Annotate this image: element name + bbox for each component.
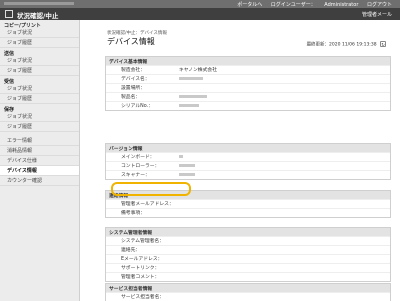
table-row: システム管理者名： (106, 236, 390, 245)
row-label: スキャナー： (121, 173, 150, 178)
header: 状況確認/中止 管理者メール (0, 8, 400, 20)
table-row: 製造会社： キヤノン株式会社 (106, 65, 390, 74)
table-row: 管理者メールアドレス： (106, 199, 390, 208)
sidebar-item-consumables[interactable]: 消耗品情報 (0, 146, 79, 156)
sidebar-item-send-job-history[interactable]: ジョブ履歴 (0, 66, 79, 76)
sidebar-item-receive-job-history[interactable]: ジョブ履歴 (0, 94, 79, 104)
top-links: ポータルへ ログインユーザー： Administrator ログアウト (230, 1, 392, 8)
table-row: デバイス名： (106, 74, 390, 83)
sidebar-item-store-job-status[interactable]: ジョブ状況 (0, 112, 79, 122)
section-title: システム管理者情報 (106, 228, 390, 236)
sidebar-item-store-job-history[interactable]: ジョブ履歴 (0, 122, 79, 132)
table-row: シリアルNo.： (106, 101, 390, 110)
sidebar-item-error-info[interactable]: エラー情報 (0, 136, 79, 146)
table-row: 備考事項： (106, 208, 390, 217)
sidebar-item-device-info[interactable]: デバイス情報 (0, 166, 79, 176)
table-row: サポートリンク： (106, 263, 390, 272)
sidebar-item-copy-job-history[interactable]: ジョブ履歴 (0, 38, 79, 48)
last-updated-text: 最終更新：2020 11/06 19:13:38 (306, 42, 377, 48)
sidebar-group-store: 保存 (4, 107, 15, 113)
refresh-icon[interactable]: ↻ (380, 41, 386, 47)
section-title: バージョン情報 (106, 144, 390, 152)
sidebar-item-receive-job-status[interactable]: ジョブ状況 (0, 84, 79, 94)
redacted-value (179, 171, 195, 180)
row-label: 管理者コメント： (121, 275, 160, 280)
row-label: 備考事項： (121, 211, 145, 216)
section-device-basic: デバイス基本情報 製造会社： キヤノン株式会社 デバイス名： 設置場所： 製品名… (105, 56, 391, 111)
home-icon[interactable] (5, 10, 13, 18)
page-title: デバイス情報 (107, 37, 155, 46)
title-bar: ポータルへ ログインユーザー： Administrator ログアウト (0, 0, 400, 8)
table-row: 製品名： (106, 92, 390, 101)
table-row: メインボード： (106, 152, 390, 161)
section-system-admin: システム管理者情報 システム管理者名： 連絡先： Eメールアドレス： サポートリ… (105, 227, 391, 282)
table-row: 設置場所： (106, 83, 390, 92)
url-blur (4, 2, 74, 5)
table-row: コントローラー： (106, 161, 390, 170)
section-service: サービス担当者情報 サービス担当者名： (105, 283, 391, 301)
sidebar-group-receive: 受信 (4, 79, 15, 85)
sidebar-item-send-job-status[interactable]: ジョブ状況 (0, 56, 79, 66)
table-row: Eメールアドレス： (106, 254, 390, 263)
app-title: 状況確認/中止 (17, 12, 59, 20)
sidebar-group-copy-print: コピー/プリント (4, 23, 41, 29)
sidebar: コピー/プリント ジョブ状況 ジョブ履歴 送信 ジョブ状況 ジョブ履歴 受信 ジ… (0, 20, 80, 301)
table-row: 管理者コメント： (106, 272, 390, 281)
highlight-controller-row (111, 182, 191, 196)
section-version: バージョン情報 メインボード： コントローラー： スキャナー： (105, 143, 391, 180)
sidebar-group-send: 送信 (4, 51, 15, 57)
redacted-value (179, 102, 199, 111)
table-row: サービス担当者名： (106, 292, 390, 301)
last-updated: 最終更新：2020 11/06 19:13:38 ↻ (307, 41, 386, 48)
main-content: 状況確認/中止：デバイス情報 デバイス情報 最終更新：2020 11/06 19… (87, 20, 394, 301)
table-row: 連絡先： (106, 245, 390, 254)
admin-mail-link[interactable]: 管理者メール (362, 11, 392, 18)
table-row: スキャナー： (106, 170, 390, 179)
section-title: サービス担当者情報 (106, 284, 390, 292)
sidebar-item-copy-job-status[interactable]: ジョブ状況 (0, 28, 79, 38)
row-label: シリアルNo.： (121, 104, 153, 109)
sidebar-item-counter-check[interactable]: カウンター確認 (0, 176, 79, 186)
section-title: デバイス基本情報 (106, 57, 390, 65)
row-label: サービス担当者名： (121, 295, 165, 300)
sidebar-item-device-spec[interactable]: デバイス仕様 (0, 156, 79, 166)
